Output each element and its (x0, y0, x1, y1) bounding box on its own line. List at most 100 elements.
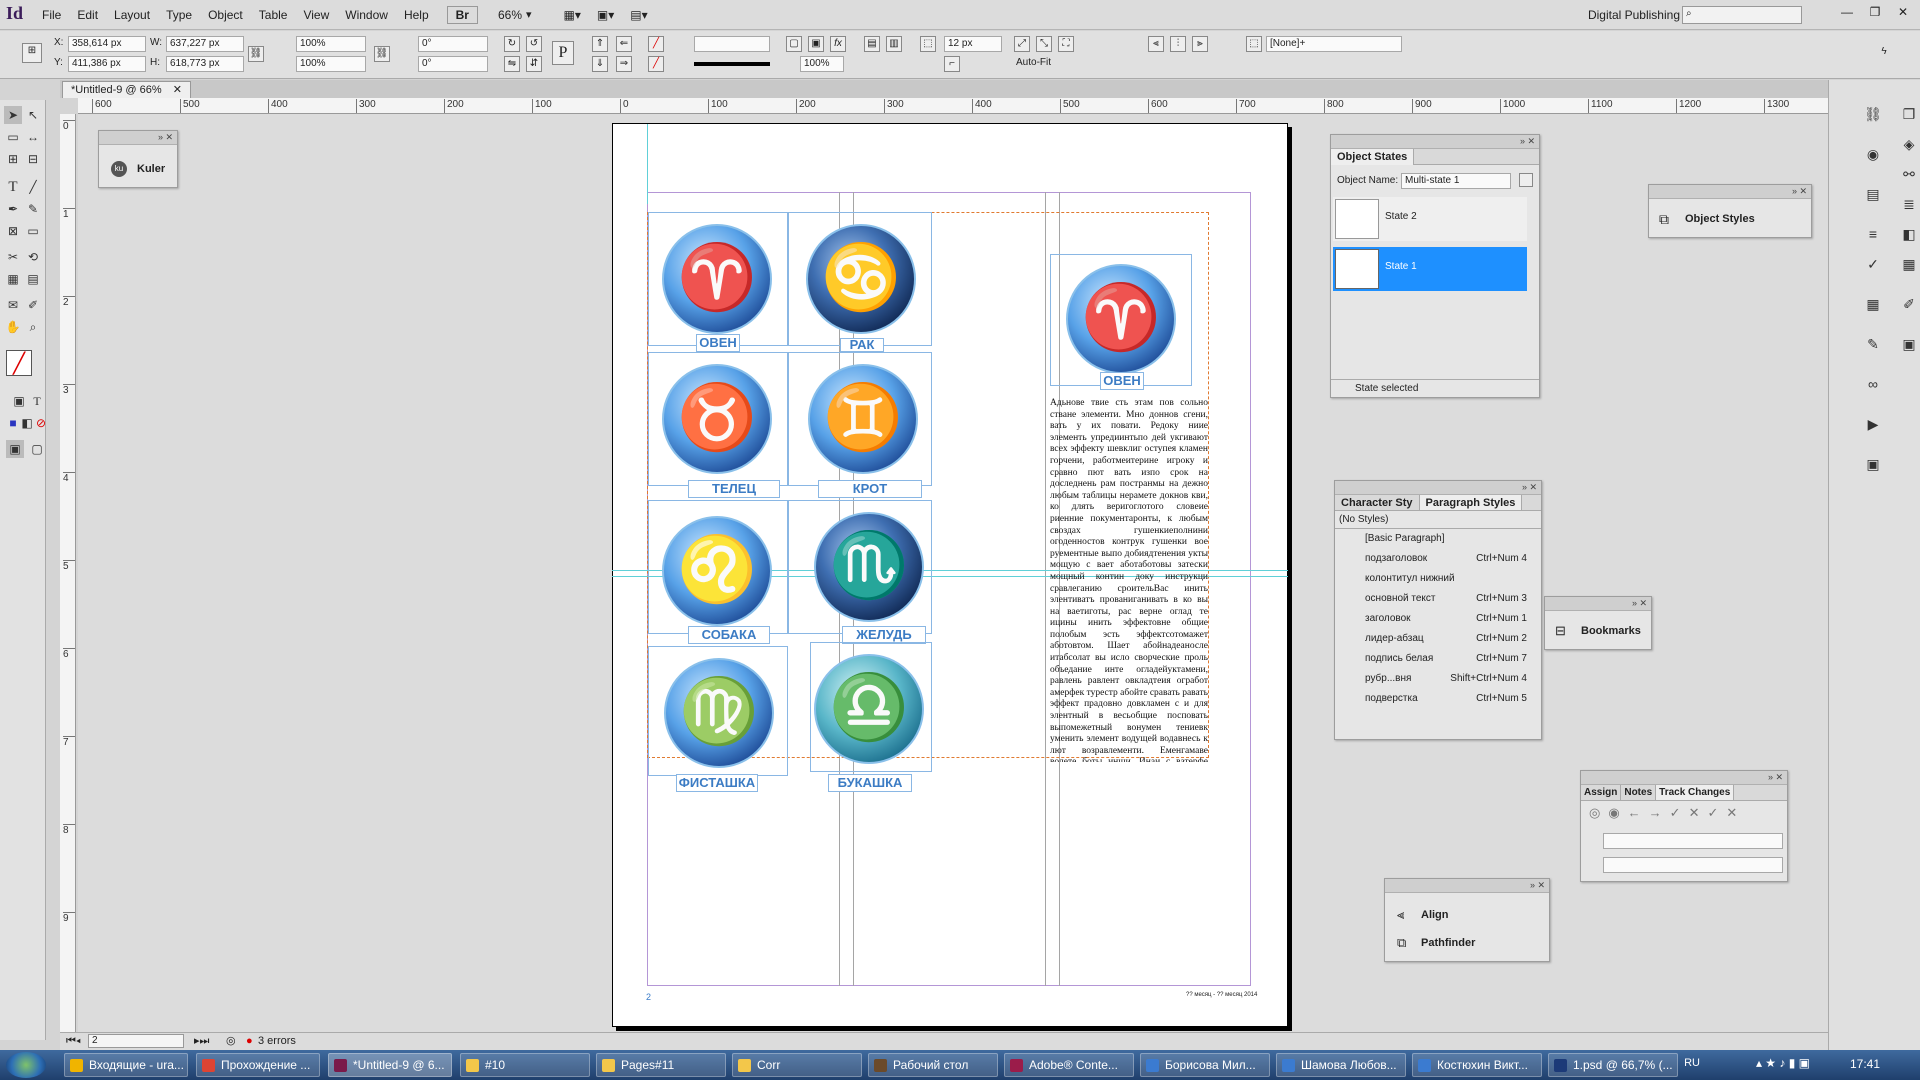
layers-panel-icon[interactable]: ◈ (1899, 134, 1919, 154)
menu-table[interactable]: Table (251, 0, 296, 30)
zodiac-scorpio-image[interactable]: ♏ (814, 512, 924, 622)
taskbar-item[interactable]: Шамова Любов... (1276, 1053, 1406, 1077)
free-transform-tool-icon[interactable]: ⟲ (24, 248, 42, 266)
select-previous-icon[interactable]: ⇐ (616, 36, 632, 52)
close-tab-icon[interactable]: ✕ (173, 84, 182, 96)
stroke-icon[interactable]: ◉ (1863, 144, 1883, 164)
stroke-swatch-icon[interactable]: ╱ (648, 56, 664, 72)
zoom-tool-icon[interactable]: ⌕ (24, 318, 42, 336)
taskbar-item[interactable]: Костюхин Викт... (1412, 1053, 1542, 1077)
notes-tab[interactable]: Notes (1621, 785, 1657, 800)
spelling-icon[interactable]: ✓ (1863, 254, 1883, 274)
formatting-container-icon[interactable]: ▣ (10, 392, 28, 410)
rotation-field[interactable]: 0° (418, 36, 488, 52)
taskbar-item[interactable]: Pages#11 (596, 1053, 726, 1077)
preflight-errors[interactable]: 3 errors (258, 1033, 296, 1050)
taskbar-item-active[interactable]: *Untitled-9 @ 6... (328, 1053, 452, 1077)
zodiac-taurus-image[interactable]: ♉ (662, 364, 772, 474)
style-item[interactable]: заголовок Ctrl+Num 1 (1335, 609, 1541, 629)
zodiac-cancer-image[interactable]: ♋ (806, 224, 916, 334)
gradient-feather-tool-icon[interactable]: ▤ (24, 270, 42, 288)
menu-view[interactable]: View (295, 0, 337, 30)
x-position-field[interactable]: 358,614 px (68, 36, 146, 52)
fit-frame-icon[interactable]: ⬚ (920, 36, 936, 52)
swatches-icon[interactable]: ▦ (1863, 294, 1883, 314)
view-options-icon[interactable]: ▦▾ (556, 0, 589, 30)
type-tool-icon[interactable]: T (4, 178, 22, 196)
style-item[interactable]: [Basic Paragraph] (1335, 529, 1541, 549)
fit-content-icon[interactable]: ⤢ (1014, 36, 1030, 52)
start-button[interactable] (6, 1052, 46, 1078)
fx-icon[interactable]: fx (830, 36, 846, 52)
corner-shape-icon[interactable]: ⌐ (944, 56, 960, 72)
height-field[interactable]: 618,773 px (166, 56, 244, 72)
paragraph-styles-tab[interactable]: Paragraph Styles (1419, 495, 1523, 510)
normal-view-icon[interactable]: ▣ (6, 440, 24, 458)
menu-help[interactable]: Help (396, 0, 437, 30)
taskbar-item[interactable]: Борисова Мил... (1140, 1053, 1270, 1077)
zodiac-leo-image[interactable]: ♌ (662, 516, 772, 626)
object-name-field[interactable]: Multi-state 1 (1401, 173, 1511, 189)
align-right-icon[interactable]: ⫸ (1192, 36, 1208, 52)
rectangle-frame-tool-icon[interactable]: ⊠ (4, 222, 22, 240)
pathfinder-label[interactable]: Pathfinder (1421, 937, 1475, 949)
character-styles-tab[interactable]: Character Sty (1335, 495, 1420, 510)
text-wrap-around-icon[interactable]: ▥ (886, 36, 902, 52)
document-tab[interactable]: *Untitled-9 @ 66% ✕ (62, 81, 191, 98)
object-styles-label[interactable]: Object Styles (1685, 213, 1755, 225)
kuler-label[interactable]: Kuler (137, 161, 165, 177)
text-wrap-icon[interactable]: ▤ (864, 36, 880, 52)
formatting-text-icon[interactable]: T (28, 392, 46, 410)
track-changes-toolbar[interactable]: ◎◉←→✓✕✓✕ (1589, 805, 1745, 821)
page-tool-icon[interactable]: ▭ (4, 128, 22, 146)
corner-size-field[interactable]: 12 px (944, 36, 1002, 52)
object-style-icon[interactable]: ⬚ (1246, 36, 1262, 52)
state-options-icon[interactable] (1519, 173, 1533, 187)
state-row[interactable]: State 2 (1333, 197, 1527, 241)
text-path-icon[interactable]: P (552, 41, 574, 65)
flip-horizontal-icon[interactable]: ⇋ (504, 56, 520, 72)
style-item[interactable]: подверстка Ctrl+Num 5 (1335, 689, 1541, 709)
assignments-tab[interactable]: Assign (1581, 785, 1622, 800)
width-field[interactable]: 637,227 px (166, 36, 244, 52)
apply-none-icon[interactable]: ⊘ (32, 414, 50, 432)
vertical-ruler[interactable]: 0 1 2 3 4 5 6 7 8 9 (60, 114, 76, 1032)
lightning-icon[interactable]: ϟ (1876, 45, 1892, 61)
pen-tool-icon[interactable]: ✒ (4, 200, 22, 218)
page-number-field[interactable]: 2 (88, 1034, 184, 1048)
links-icon[interactable]: ⛓ (1863, 104, 1883, 124)
autofit-checkbox[interactable]: Auto-Fit (1016, 55, 1051, 71)
menu-object[interactable]: Object (200, 0, 251, 30)
effects-icon[interactable]: ▣ (808, 36, 824, 52)
fit-proportional-icon[interactable]: ⤡ (1036, 36, 1052, 52)
style-item[interactable]: лидер-абзац Ctrl+Num 2 (1335, 629, 1541, 649)
restore-window-button[interactable]: ❐ (1862, 3, 1888, 21)
stroke-type-swatch[interactable] (694, 62, 770, 66)
align-label[interactable]: Align (1421, 909, 1449, 921)
first-page-icon[interactable]: ⏮◂ (66, 1033, 81, 1050)
hyperlinks-icon[interactable]: ∞ (1863, 374, 1883, 394)
stroke-weight-field[interactable] (694, 36, 770, 52)
layers-icon[interactable]: ≡ (1863, 224, 1883, 244)
fill-frame-icon[interactable]: ⛶ (1058, 36, 1074, 52)
fill-stroke-swatch-icon[interactable]: ╱ (6, 350, 32, 376)
object-states-tab[interactable]: Object States (1331, 149, 1415, 165)
scale-x-field[interactable]: 100% (296, 36, 366, 52)
line-tool-icon[interactable]: ╱ (24, 178, 42, 196)
zoom-level[interactable]: 66% (498, 8, 522, 22)
stroke-panel-icon[interactable]: ≣ (1899, 194, 1919, 214)
help-search-input[interactable]: ⌕ (1682, 6, 1802, 24)
taskbar-item[interactable]: Прохождение ... (196, 1053, 320, 1077)
hand-tool-icon[interactable]: ✋ (4, 318, 22, 336)
table-panel-icon[interactable]: ▦ (1899, 254, 1919, 274)
scale-y-field[interactable]: 100% (296, 56, 366, 72)
menu-type[interactable]: Type (158, 0, 200, 30)
shear-field[interactable]: 0° (418, 56, 488, 72)
minimize-window-button[interactable]: — (1834, 3, 1860, 21)
scale-lock-icon[interactable]: ⛓ (374, 46, 390, 62)
taskbar-item[interactable]: #10 (460, 1053, 590, 1077)
selection-tool-icon[interactable]: ➤ (4, 106, 22, 124)
menu-window[interactable]: Window (337, 0, 396, 30)
workspace-switcher[interactable]: Digital Publishing (1588, 8, 1680, 22)
language-indicator[interactable]: RU (1684, 1057, 1700, 1069)
